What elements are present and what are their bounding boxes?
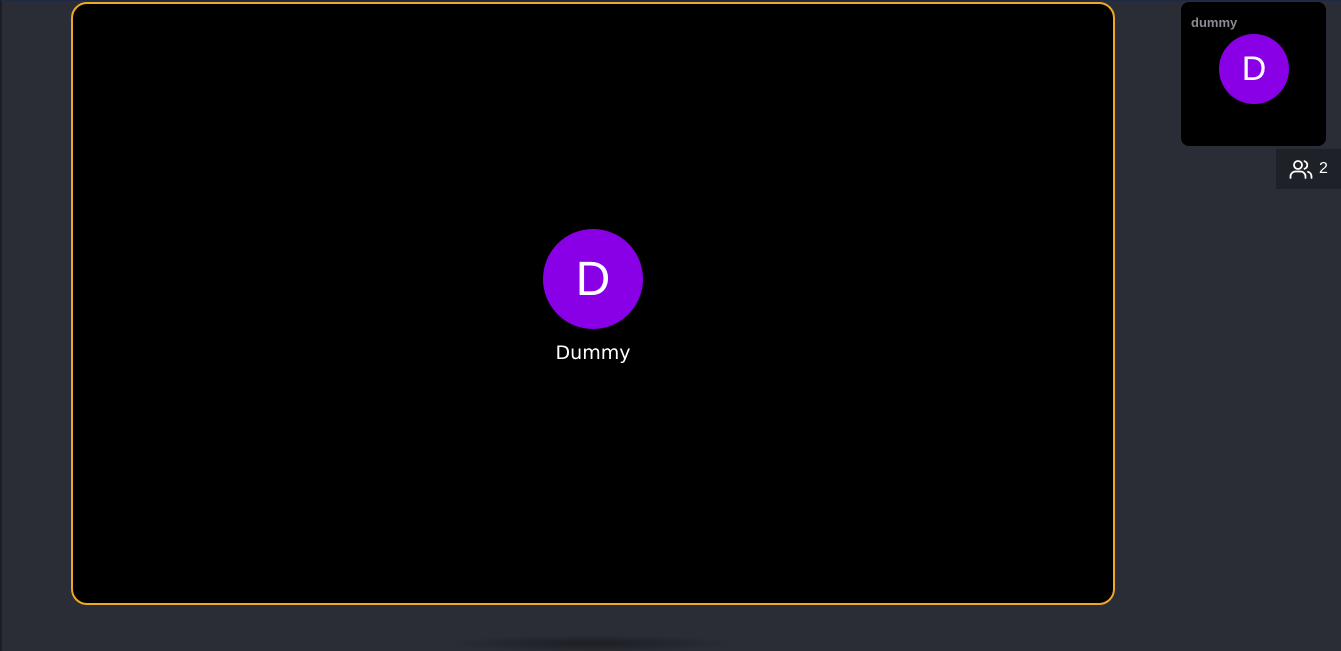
thumbnail-participant-avatar: D [1219,34,1289,104]
main-participant-name: Dummy [555,342,631,364]
main-participant-avatar: D [543,229,643,329]
participants-button[interactable]: 2 [1276,149,1341,189]
participants-count: 2 [1319,160,1328,177]
meeting-app: D Dummy dummy D 2 [0,0,1341,651]
bottom-shadow [442,635,742,651]
participant-thumbnail-tile[interactable]: dummy D [1181,2,1326,146]
main-video-tile[interactable]: D Dummy [71,2,1115,605]
people-icon [1289,159,1313,179]
thumbnail-participant-name: dummy [1191,15,1238,30]
